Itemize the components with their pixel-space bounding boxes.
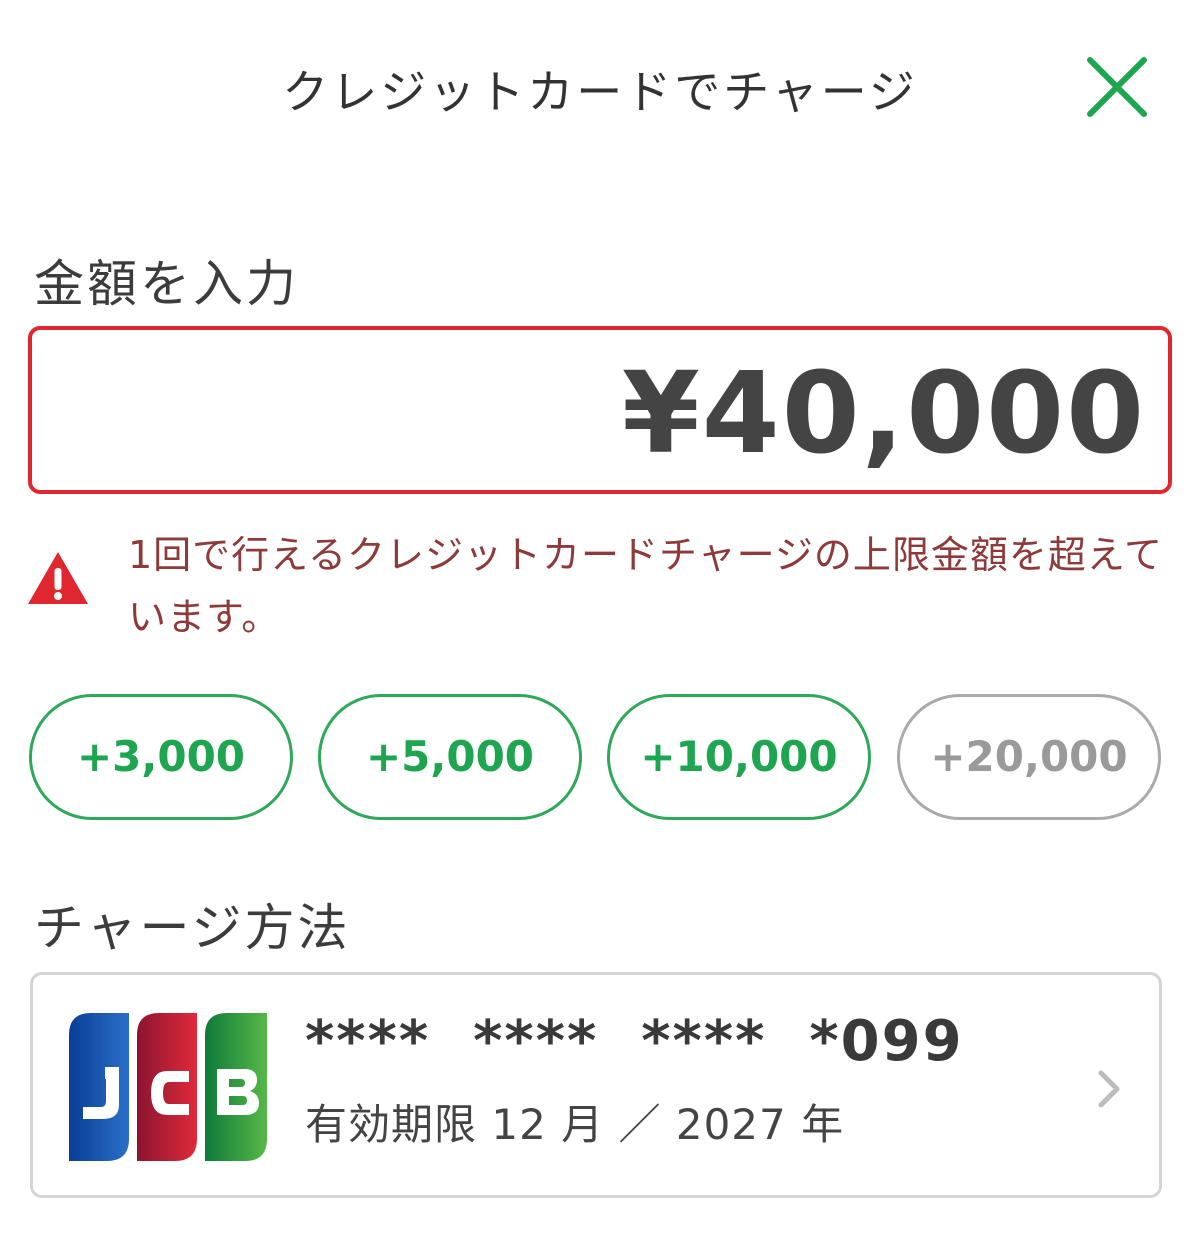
charge-screen: クレジットカードでチャージ 金額を入力 ¥40,000 1回で行えるクレジットカ… <box>0 0 1200 1254</box>
card-number: **** **** **** *099 <box>305 1009 964 1074</box>
quick-amount-5000-button[interactable]: +5,000 <box>318 694 582 820</box>
page-title: クレジットカードでチャージ <box>282 65 918 119</box>
card-expiry: 有効期限 12 月 ／ 2027 年 <box>305 1100 845 1149</box>
jcb-logo <box>69 1013 267 1161</box>
chevron-right-icon <box>1095 1069 1123 1109</box>
charge-method-label: チャージ方法 <box>34 899 351 957</box>
payment-card-row[interactable]: **** **** **** *099 有効期限 12 月 ／ 2027 年 <box>30 972 1162 1198</box>
quick-amount-3000-button[interactable]: +3,000 <box>29 694 293 820</box>
amount-section-label: 金額を入力 <box>34 255 299 313</box>
amount-value: ¥40,000 <box>621 349 1146 479</box>
quick-amount-20000-button: +20,000 <box>897 694 1161 820</box>
error-message: 1回で行えるクレジットカードチャージの上限金額を超えています。 <box>128 533 1163 639</box>
close-icon <box>1087 57 1147 117</box>
amount-input[interactable]: ¥40,000 <box>28 326 1172 494</box>
close-button[interactable] <box>1084 54 1150 120</box>
warning-icon <box>26 550 90 606</box>
quick-amount-10000-button[interactable]: +10,000 <box>607 694 871 820</box>
